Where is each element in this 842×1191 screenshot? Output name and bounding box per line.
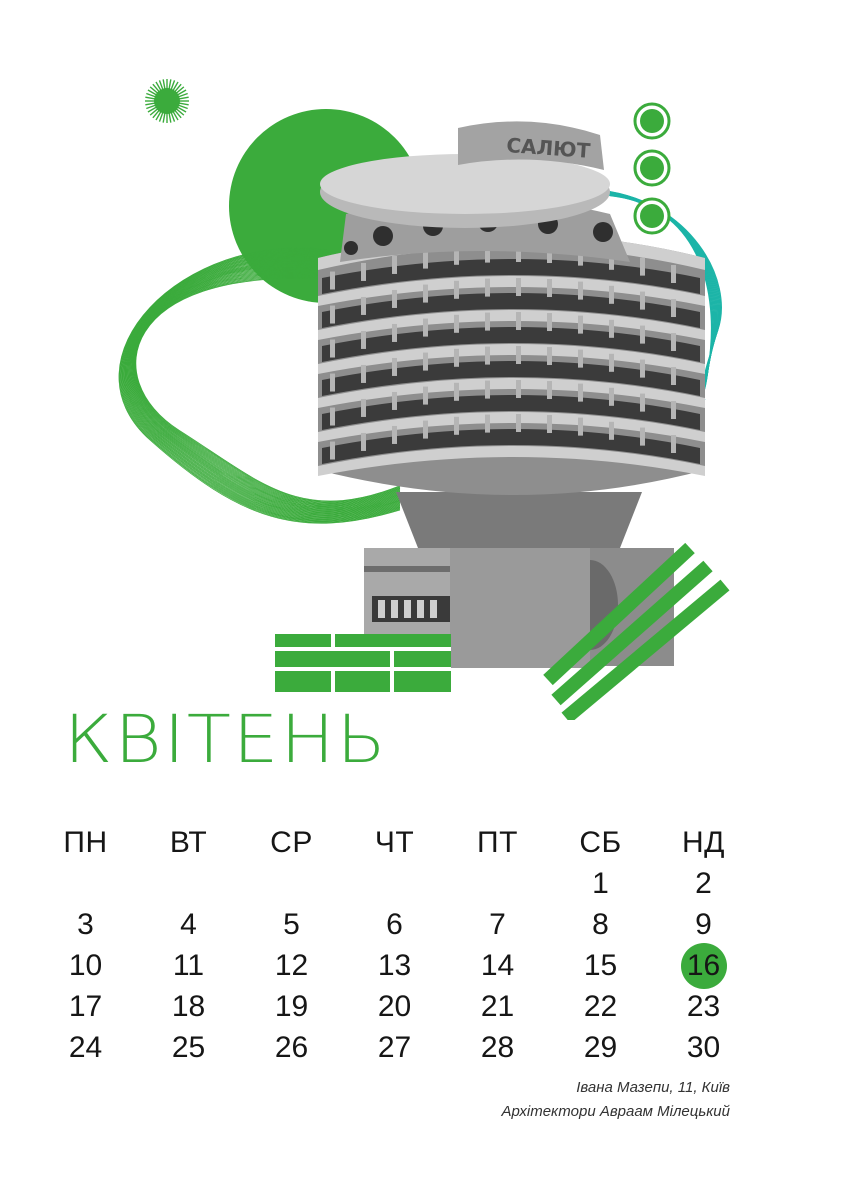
calendar-day: 20 [377,990,412,1023]
calendar-day: 23 [686,990,721,1023]
weekday-header: ПН ВТ СР ЧТ ПТ СБ НД [34,822,774,863]
sun-burst-icon [145,79,189,123]
calendar-day: 29 [583,1031,618,1064]
month-title: КВІТЕНЬ [64,700,388,778]
calendar-week: 3 4 5 6 7 8 9 [34,904,774,945]
brick-pattern [275,634,451,692]
calendar-day: 18 [171,990,206,1023]
calendar-grid: ПН ВТ СР ЧТ ПТ СБ НД 1 2 3 4 5 6 7 8 9 10 11 12 13 14 15 16 17… [34,822,774,1068]
calendar-day: 6 [386,908,403,941]
calendar-day: 8 [592,908,609,941]
weekday-label: СР [270,826,313,859]
calendar-day: 25 [171,1031,206,1064]
calendar-day: 28 [480,1031,515,1064]
calendar-day: 15 [583,949,618,982]
calendar-day: 5 [283,908,300,941]
weekday-label: ПТ [477,826,518,859]
calendar-week: 10 11 12 13 14 15 16 [34,942,774,989]
weekday-label: ЧТ [374,826,415,859]
calendar-empty-cell [446,863,549,904]
illustration: САЛЮТ [118,79,730,720]
calendar-page: САЛЮТ КВІТЕНЬ ПН ВТ СР ЧТ ПТ СБ НД 1 2 3… [0,0,842,1191]
calendar-empty-cell [137,863,240,904]
address-text: Івана Мазепи, 11, Київ [576,1079,730,1096]
calendar-day: 3 [77,908,94,941]
architects-text: Архітектори Авраам Мілецький [501,1103,730,1120]
calendar-day: 7 [489,908,506,941]
weekday-label: ПН [63,826,108,859]
calendar-day: 30 [686,1031,721,1064]
calendar-day: 13 [377,949,412,982]
weekday-label: ВТ [169,826,208,859]
calendar-empty-cell [34,863,137,904]
calendar-day: 19 [274,990,309,1023]
calendar-empty-cell [240,863,343,904]
calendar-day: 26 [274,1031,309,1064]
weekday-label: СБ [579,826,622,859]
calendar-week: 17 18 19 20 21 22 23 [34,986,774,1027]
calendar-day: 21 [480,990,515,1023]
weekday-label: НД [682,826,725,859]
calendar-day: 9 [695,908,712,941]
calendar-week: 24 25 26 27 28 29 30 [34,1027,774,1068]
calendar-day-highlighted: 16 [652,942,755,989]
calendar-empty-cell [343,863,446,904]
calendar-day: 17 [68,990,103,1023]
calendar-day: 11 [172,949,205,982]
calendar-day: 10 [68,949,103,982]
calendar-day: 22 [583,990,618,1023]
calendar-day: 14 [480,949,515,982]
calendar-day: 27 [377,1031,412,1064]
ring-dot-icon [633,102,671,235]
calendar-day: 24 [68,1031,103,1064]
calendar-day: 4 [180,908,197,941]
calendar-week: 12 [34,863,774,904]
caption: Івана Мазепи, 11, Київ Архітектори Авраа… [502,1076,730,1124]
calendar-day: 12 [274,949,309,982]
calendar-day: 1 [592,867,609,900]
calendar-day: 2 [695,867,712,900]
